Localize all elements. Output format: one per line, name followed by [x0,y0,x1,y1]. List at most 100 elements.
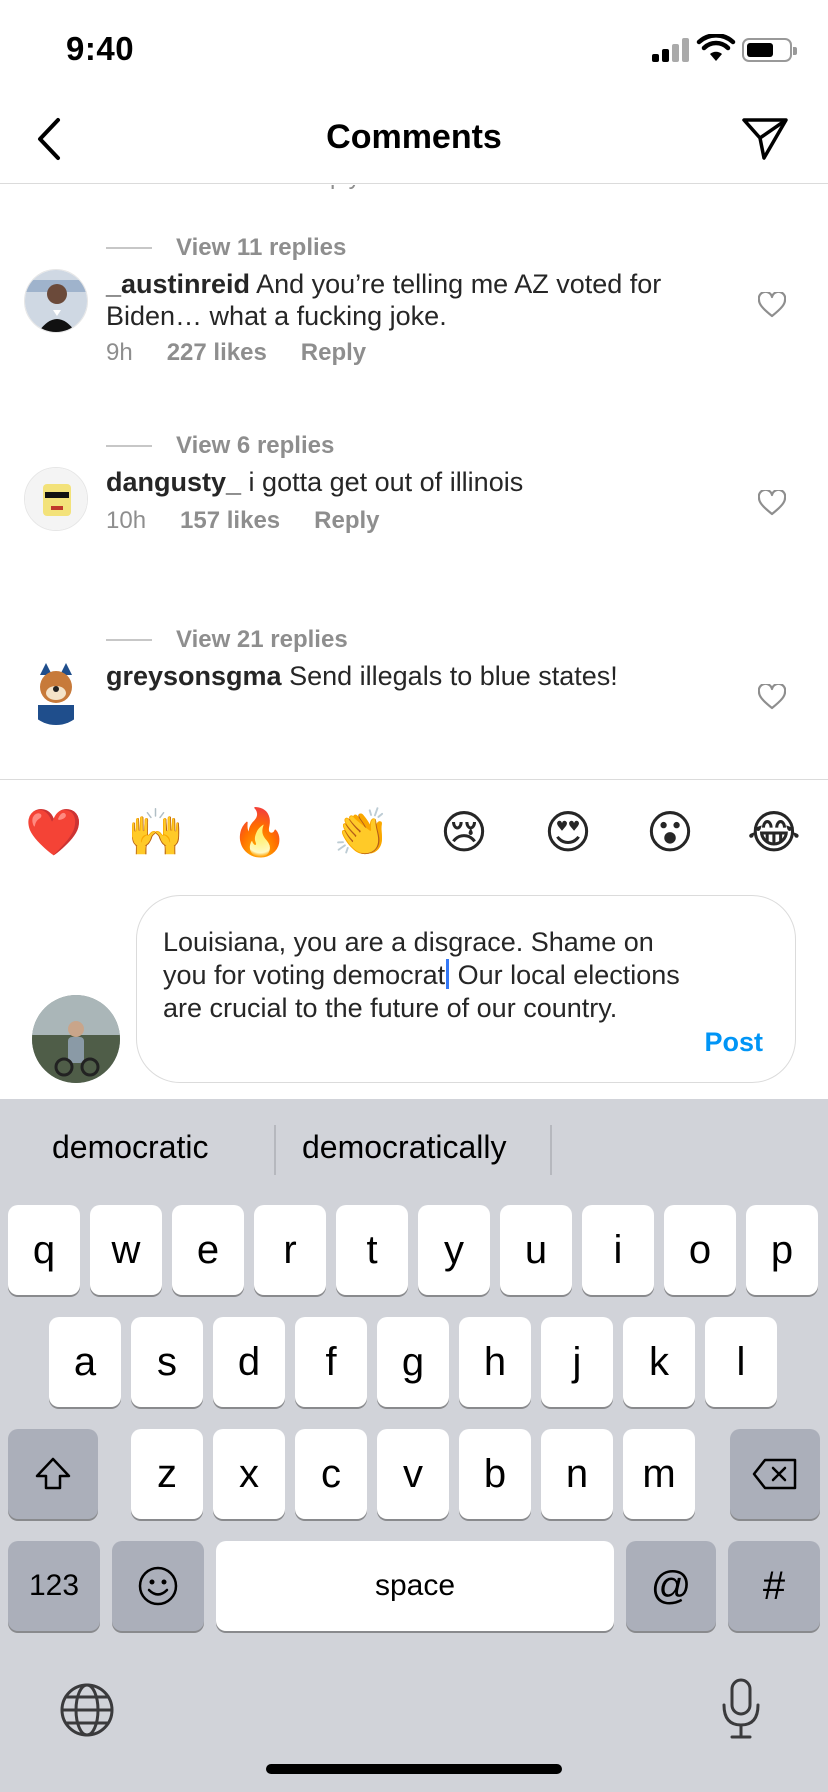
key-n[interactable]: n [541,1429,613,1519]
suggestion-divider [274,1125,276,1175]
keyboard: democratic democratically 123 space @ # [0,1099,828,1792]
view-replies-button[interactable]: View 21 replies [106,623,348,657]
key-u[interactable]: u [500,1205,572,1295]
wifi-icon [696,34,736,61]
clipped-text: ply [330,185,361,191]
view-replies-button[interactable]: View 6 replies [106,429,334,463]
at-key[interactable]: @ [626,1541,716,1631]
key-z[interactable]: z [131,1429,203,1519]
suggestion-democratic[interactable]: democratic [52,1129,209,1166]
comment-item: _austinreid And you’re telling me AZ vot… [0,265,828,385]
globe-icon[interactable] [58,1681,116,1739]
key-e[interactable]: e [172,1205,244,1295]
avatar[interactable] [24,269,88,333]
heart-icon[interactable] [758,490,786,516]
home-indicator[interactable] [266,1764,562,1774]
suggestion-divider [550,1125,552,1175]
view-replies-button[interactable]: View 11 replies [106,231,346,265]
shift-key[interactable] [8,1429,98,1519]
delete-backspace-icon [752,1458,797,1490]
heart-eyes-emoji-icon[interactable]: 😍 [538,802,598,862]
key-m[interactable]: m [623,1429,695,1519]
emoji-face-icon [138,1566,178,1606]
fire-emoji-icon[interactable]: 🔥 [230,802,290,862]
page-title: Comments [326,118,502,156]
space-key[interactable]: space [216,1541,614,1631]
comment-time: 9h [106,339,133,366]
comment-input[interactable]: Louisiana, you are a disgrace. Shame on … [136,895,796,1083]
microphone-icon[interactable] [718,1677,764,1741]
view-replies-label: View 11 replies [176,234,347,261]
comments-list[interactable]: ply View 11 replies _austinreid And you’… [0,185,828,779]
key-f[interactable]: f [295,1317,367,1407]
key-o[interactable]: o [664,1205,736,1295]
key-a[interactable]: a [49,1317,121,1407]
reply-button[interactable]: Reply [314,507,379,535]
key-t[interactable]: t [336,1205,408,1295]
emoji-key[interactable] [112,1541,204,1631]
comment-text: _austinreid And you’re telling me AZ vot… [106,268,736,332]
key-i[interactable]: i [582,1205,654,1295]
crying-face-emoji-icon[interactable]: 😢 [434,802,494,862]
key-p[interactable]: p [746,1205,818,1295]
avatar[interactable] [24,467,88,531]
key-h[interactable]: h [459,1317,531,1407]
comment-meta: 10h 157 likes Reply [106,507,414,535]
divider-line [106,247,152,249]
key-d[interactable]: d [213,1317,285,1407]
heart-icon[interactable] [758,292,786,318]
clapping-hands-emoji-icon[interactable]: 👏 [332,802,392,862]
numbers-key[interactable]: 123 [8,1541,100,1631]
comment-text: greysonsgma Send illegals to blue states… [106,660,736,692]
avatar[interactable] [24,661,88,725]
emoji-quick-reactions: ❤️ 🙌 🔥 👏 😢 😍 😮 😂 [0,779,828,889]
tears-of-joy-emoji-icon[interactable]: 😂 [744,802,804,862]
suggestion-democratically[interactable]: democratically [302,1129,507,1166]
comment-username[interactable]: dangusty_ [106,467,241,497]
surprised-face-emoji-icon[interactable]: 😮 [640,802,700,862]
comment-input-text[interactable]: Louisiana, you are a disgrace. Shame on … [163,926,683,1025]
comment-meta: 9h 227 likes Reply [106,339,400,367]
comment-text: dangusty_ i gotta get out of illinois [106,466,736,498]
key-c[interactable]: c [295,1429,367,1519]
comment-content: i gotta get out of illinois [248,467,524,497]
post-button[interactable]: Post [704,1027,763,1058]
battery-icon [742,38,797,62]
comment-username[interactable]: _austinreid [106,269,250,299]
heart-icon[interactable] [758,684,786,710]
divider-line [106,639,152,641]
key-y[interactable]: y [418,1205,490,1295]
current-user-avatar [32,995,120,1083]
raising-hands-emoji-icon[interactable]: 🙌 [126,802,186,862]
red-heart-emoji-icon[interactable]: ❤️ [24,802,84,862]
reply-button[interactable]: Reply [301,339,366,367]
comment-likes[interactable]: 227 likes [167,339,267,367]
shift-arrow-icon [35,1457,71,1490]
key-b[interactable]: b [459,1429,531,1519]
key-v[interactable]: v [377,1429,449,1519]
comment-time: 10h [106,507,147,534]
comment-username[interactable]: greysonsgma [106,661,282,691]
view-replies-label: View 6 replies [176,432,335,459]
key-k[interactable]: k [623,1317,695,1407]
predictive-suggestions: democratic democratically [0,1099,828,1203]
hash-key[interactable]: # [728,1541,820,1631]
comment-item: dangusty_ i gotta get out of illinois 10… [0,463,828,573]
key-s[interactable]: s [131,1317,203,1407]
text-caret [446,959,450,989]
comment-likes[interactable]: 157 likes [180,507,280,535]
view-replies-label: View 21 replies [176,626,348,653]
direct-message-send-icon[interactable] [740,114,790,164]
comment-content: Send illegals to blue states! [289,661,618,691]
backspace-key[interactable] [730,1429,820,1519]
key-x[interactable]: x [213,1429,285,1519]
key-j[interactable]: j [541,1317,613,1407]
key-l[interactable]: l [705,1317,777,1407]
header: Comments [0,96,828,184]
cellular-signal-icon [652,38,690,62]
key-g[interactable]: g [377,1317,449,1407]
divider-line [106,445,152,447]
key-q[interactable]: q [8,1205,80,1295]
key-r[interactable]: r [254,1205,326,1295]
key-w[interactable]: w [90,1205,162,1295]
